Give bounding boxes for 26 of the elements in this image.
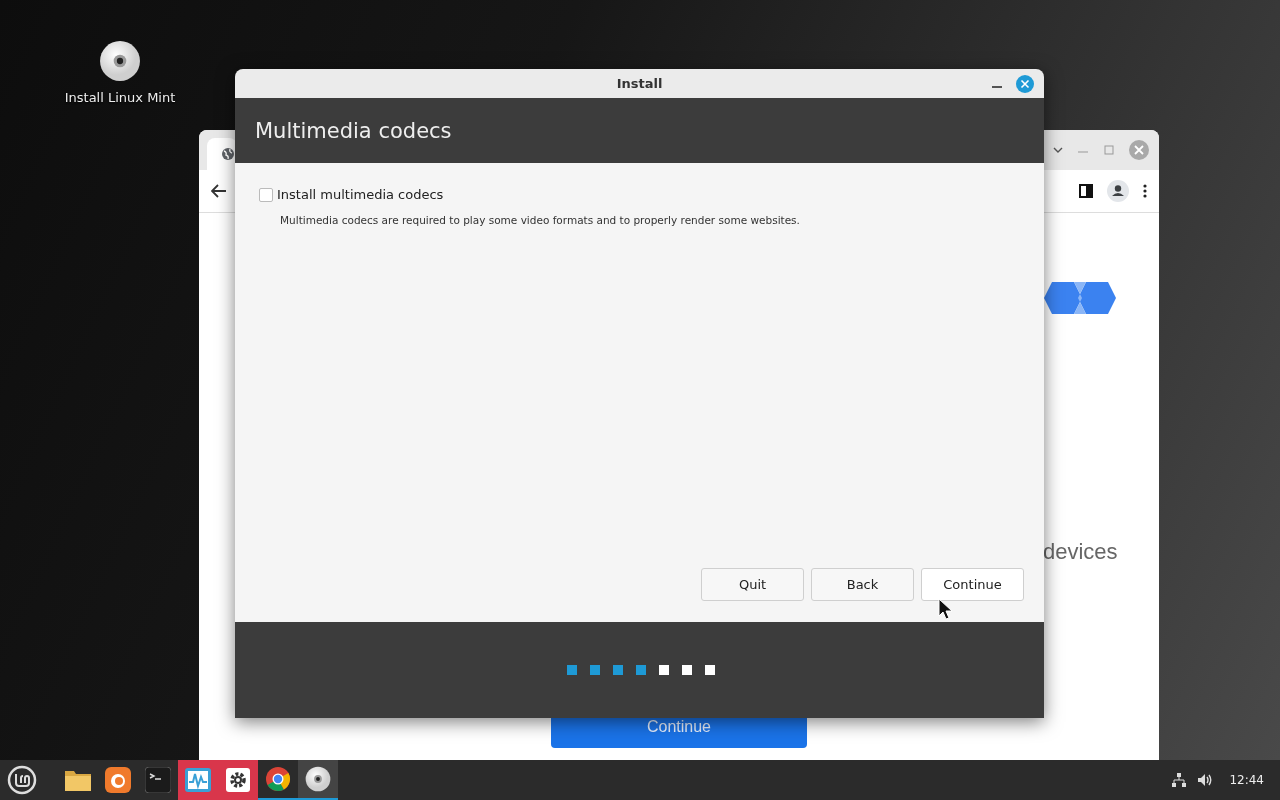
sidebar-icon[interactable] xyxy=(1079,184,1093,198)
dialog-button[interactable]: Quit xyxy=(701,568,804,601)
close-icon[interactable] xyxy=(1016,75,1034,93)
page-heading: devices xyxy=(1043,539,1118,565)
network-icon[interactable] xyxy=(1171,772,1188,788)
window-title: Install xyxy=(616,76,663,91)
chevron-icon[interactable] xyxy=(1053,146,1063,154)
icon-label: Install Linux Mint xyxy=(64,90,176,105)
browser-tab[interactable] xyxy=(207,138,237,170)
continue-button[interactable]: Continue xyxy=(551,718,807,748)
dialog-button[interactable]: Back xyxy=(811,568,914,601)
profile-icon[interactable] xyxy=(1107,180,1129,202)
description-text: Multimedia codecs are required to play some video formats and to properly render some websites. xyxy=(280,214,801,226)
disc-icon[interactable] xyxy=(99,40,141,82)
menu-icon[interactable] xyxy=(1143,184,1147,198)
monitor-icon[interactable] xyxy=(178,760,218,800)
globe-icon xyxy=(221,147,235,161)
gear-icon[interactable] xyxy=(218,760,258,800)
hexagon-logo xyxy=(1044,282,1116,314)
volume-icon[interactable] xyxy=(1197,772,1214,788)
dialog-button[interactable]: Continue xyxy=(921,568,1024,601)
clock[interactable]: 12:44 xyxy=(1229,773,1264,787)
page-heading: Multimedia codecs xyxy=(255,118,452,143)
codecs-checkbox[interactable]: Install multimedia codecs xyxy=(259,187,1024,202)
menu-logo-icon[interactable] xyxy=(7,765,37,795)
back-arrow-icon[interactable] xyxy=(211,184,227,198)
